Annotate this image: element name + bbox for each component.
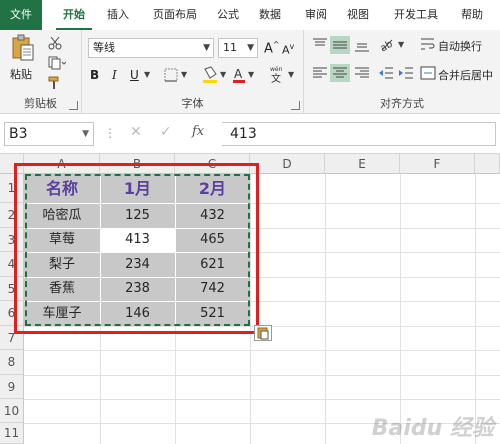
- orientation-icon[interactable]: ab: [378, 36, 396, 52]
- chevron-down-icon[interactable]: ▼: [144, 70, 150, 79]
- align-top-icon[interactable]: [312, 38, 328, 52]
- row-header[interactable]: 9: [0, 375, 24, 399]
- name-box-value: B3: [9, 126, 28, 142]
- font-name-value: 等线: [93, 41, 115, 54]
- tab-help[interactable]: 帮助: [452, 0, 492, 30]
- merge-center-icon[interactable]: [420, 65, 436, 81]
- paste-label: 粘贴: [10, 68, 32, 81]
- border-icon[interactable]: [164, 68, 178, 82]
- formula-buttons: ✕ ✓ fx: [122, 122, 222, 146]
- gridline: [400, 174, 401, 444]
- merge-center-label[interactable]: 合并后居中: [438, 67, 493, 83]
- italic-icon[interactable]: I: [112, 68, 117, 82]
- cut-icon[interactable]: [48, 36, 62, 50]
- row-header[interactable]: 11: [0, 423, 24, 444]
- align-middle-icon: [333, 41, 347, 49]
- tab-view[interactable]: 视图: [340, 0, 376, 30]
- column-header-f[interactable]: F: [400, 154, 475, 174]
- font-group: 等线 ▼ 11 ▼ A^ Av B I U ▼ ▼ ▼ A ▼ wén 文 ▼ …: [82, 30, 304, 114]
- formula-bar: B3 ▼ ⋮ ✕ ✓ fx 413: [0, 114, 500, 154]
- bold-icon[interactable]: B: [90, 68, 99, 82]
- ribbon: 粘贴 剪贴板 等线 ▼ 11 ▼ A^ Av B I U ▼ ▼ ▼ A ▼ w…: [0, 30, 500, 114]
- chevron-down-icon[interactable]: ▼: [220, 70, 226, 79]
- wrap-text-icon[interactable]: [420, 36, 436, 52]
- confirm-icon[interactable]: ✓: [160, 124, 172, 140]
- paste-icon: [12, 34, 34, 61]
- tab-data[interactable]: 数据: [252, 0, 288, 30]
- svg-text:文: 文: [271, 72, 281, 84]
- tab-developer[interactable]: 开发工具: [386, 0, 446, 30]
- cancel-icon[interactable]: ✕: [130, 124, 142, 140]
- align-middle-button[interactable]: [330, 36, 350, 54]
- copy-icon[interactable]: [48, 56, 66, 70]
- fill-color-icon[interactable]: [202, 66, 218, 84]
- gridline: [24, 399, 500, 400]
- tab-insert[interactable]: 插入: [100, 0, 136, 30]
- gridline: [475, 174, 476, 444]
- shrink-font-icon[interactable]: Av: [282, 42, 294, 57]
- function-icon[interactable]: fx: [192, 124, 204, 139]
- chevron-down-icon[interactable]: ▼: [288, 70, 294, 79]
- increase-indent-icon[interactable]: [398, 66, 414, 80]
- font-size-dropdown[interactable]: 11 ▼: [218, 38, 258, 58]
- name-box[interactable]: B3 ▼: [4, 122, 94, 146]
- paste-button[interactable]: 粘贴: [6, 34, 40, 84]
- column-header-e[interactable]: E: [325, 154, 400, 174]
- row-header[interactable]: 8: [0, 350, 24, 375]
- svg-text:A: A: [234, 67, 243, 81]
- tab-review[interactable]: 审阅: [298, 0, 334, 30]
- wrap-text-label[interactable]: 自动换行: [438, 38, 482, 54]
- align-bottom-icon[interactable]: [354, 38, 370, 52]
- chevron-down-icon: ▼: [247, 43, 254, 53]
- underline-icon[interactable]: U: [130, 68, 139, 82]
- column-header-d[interactable]: D: [250, 154, 325, 174]
- decrease-indent-icon[interactable]: [378, 66, 394, 80]
- clipboard-launcher-icon[interactable]: [69, 101, 78, 110]
- format-painter-icon[interactable]: [48, 76, 62, 90]
- chevron-down-icon[interactable]: ▼: [181, 70, 187, 79]
- column-header-g[interactable]: [475, 154, 500, 174]
- chevron-down-icon: ▼: [82, 129, 89, 139]
- watermark-logo: Baidu 经验: [371, 416, 494, 441]
- align-left-icon[interactable]: [312, 66, 328, 80]
- ribbon-tabbar: 文件 开始 插入 页面布局 公式 数据 审阅 视图 开发工具 帮助: [0, 0, 500, 30]
- alignment-group-label: 对齐方式: [380, 97, 424, 110]
- tab-home[interactable]: 开始: [56, 0, 92, 30]
- clipboard-group: 粘贴 剪贴板: [0, 30, 82, 114]
- more-options-icon[interactable]: ⋮: [104, 126, 116, 140]
- gridline: [325, 174, 326, 444]
- chevron-down-icon: ▼: [203, 43, 210, 53]
- formula-input[interactable]: 413: [222, 122, 496, 146]
- grow-font-icon[interactable]: A^: [264, 40, 280, 56]
- spreadsheet-grid: A B C D E F 1 2 3 4 5 6 7 8 9 10 11 名称 1…: [0, 154, 500, 444]
- gridline: [24, 350, 500, 351]
- gridline: [24, 375, 500, 376]
- font-color-icon[interactable]: A: [232, 66, 246, 84]
- phonetic-icon[interactable]: wén 文: [268, 64, 286, 84]
- tab-file[interactable]: 文件: [0, 0, 42, 30]
- align-center-button[interactable]: [330, 64, 350, 82]
- align-center-icon: [333, 67, 347, 78]
- align-right-icon[interactable]: [354, 66, 370, 80]
- font-name-dropdown[interactable]: 等线 ▼: [88, 38, 214, 58]
- highlight-box: [14, 163, 259, 334]
- font-size-value: 11: [223, 41, 237, 54]
- font-launcher-icon[interactable]: [291, 101, 300, 110]
- paste-options-icon: [257, 327, 269, 340]
- row-header[interactable]: 10: [0, 399, 24, 423]
- chevron-down-icon[interactable]: ▼: [248, 70, 254, 79]
- chevron-down-icon[interactable]: ▼: [398, 40, 404, 49]
- font-group-label: 字体: [181, 97, 204, 110]
- alignment-group: ab ▼ 自动换行 合并后居中: [304, 30, 500, 114]
- svg-text:wén: wén: [270, 66, 283, 73]
- tab-page-layout[interactable]: 页面布局: [144, 0, 206, 30]
- tab-formulas[interactable]: 公式: [210, 0, 246, 30]
- paste-options-button[interactable]: [254, 325, 272, 341]
